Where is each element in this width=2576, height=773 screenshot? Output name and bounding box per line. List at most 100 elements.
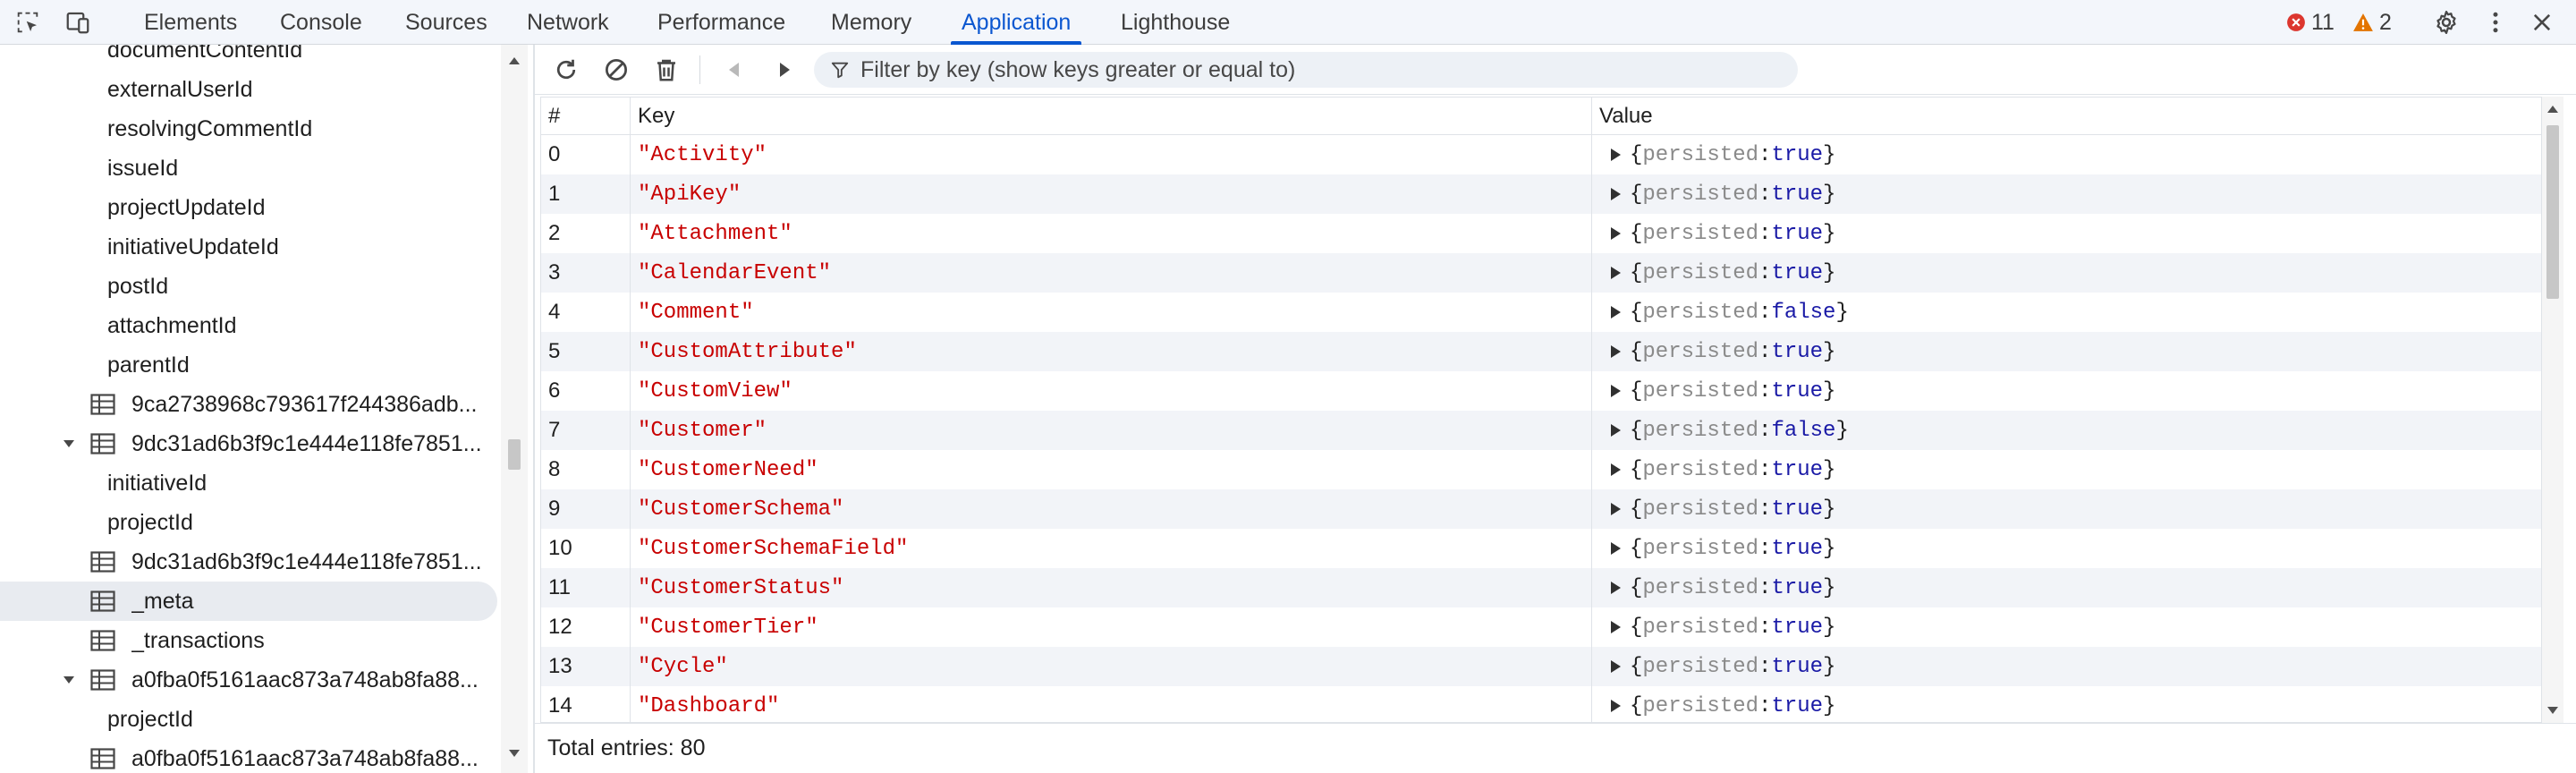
error-counter[interactable]: 11 [2286, 0, 2334, 45]
clear-object-store-button[interactable] [601, 55, 631, 85]
tab-lighthouse[interactable]: Lighthouse [1121, 0, 1230, 45]
table-row[interactable]: 3 "CalendarEvent"{persisted: true} [541, 253, 2541, 293]
brace-close: } [1823, 497, 1836, 522]
previous-page-button[interactable] [719, 55, 750, 85]
tree-item-index[interactable]: externalUserId [0, 70, 497, 109]
table-row[interactable]: 5 "CustomAttribute"{persisted: true} [541, 332, 2541, 371]
table-row[interactable]: 2 "Attachment"{persisted: true} [541, 214, 2541, 253]
scroll-down-arrow-icon[interactable] [507, 748, 521, 759]
tree-item-index[interactable]: documentContentId [0, 45, 497, 70]
tree-item-object-store[interactable]: _transactions [0, 621, 497, 660]
tab-network[interactable]: Network [527, 0, 609, 45]
table-row[interactable]: 10 "CustomerSchemaField"{persisted: true} [541, 529, 2541, 568]
grid-scrollbar[interactable] [2542, 97, 2563, 723]
table-row[interactable]: 8 "CustomerNeed"{persisted: true} [541, 450, 2541, 489]
tree-item-index[interactable]: parentId [0, 345, 497, 385]
inspect-element-icon[interactable] [13, 7, 43, 38]
table-row[interactable]: 0 "Activity"{persisted: true} [541, 135, 2541, 174]
table-row[interactable]: 9 "CustomerSchema"{persisted: true} [541, 489, 2541, 529]
expand-value-icon[interactable] [1606, 463, 1624, 477]
tree-item-object-store[interactable]: 9ca2738968c793617f244386adb... [0, 385, 497, 424]
expand-value-icon[interactable] [1606, 541, 1624, 556]
table-row[interactable]: 12 "CustomerTier"{persisted: true} [541, 607, 2541, 647]
scroll-up-arrow-icon[interactable] [507, 55, 521, 66]
warning-counter[interactable]: 2 [2352, 0, 2392, 45]
expand-value-icon[interactable] [1606, 187, 1624, 201]
expand-value-icon[interactable] [1606, 266, 1624, 280]
expand-value-icon[interactable] [1606, 699, 1624, 713]
table-row[interactable]: 7 "Customer"{persisted: false} [541, 411, 2541, 450]
tree-item-object-store[interactable]: 9dc31ad6b3f9c1e444e118fe7851... [0, 424, 497, 463]
expand-value-icon[interactable] [1606, 384, 1624, 398]
sidebar-scroll-thumb[interactable] [508, 439, 521, 470]
tab-console[interactable]: Console [280, 0, 362, 45]
key-filter-box[interactable] [814, 52, 1798, 88]
expand-value-icon[interactable] [1606, 305, 1624, 319]
colon-separator: : [1758, 300, 1772, 325]
column-header-value[interactable]: Value [1592, 98, 2541, 135]
next-page-button[interactable] [769, 55, 800, 85]
tree-item-object-store[interactable]: a0fba0f5161aac873a748ab8fa88... [0, 660, 497, 700]
key-cell: "ApiKey" [631, 174, 1592, 214]
tree-item-index[interactable]: resolvingCommentId [0, 109, 497, 149]
grid-scroll-down-icon[interactable] [2546, 705, 2560, 716]
expand-value-icon[interactable] [1606, 502, 1624, 516]
table-row[interactable]: 1 "ApiKey"{persisted: true} [541, 174, 2541, 214]
table-row[interactable]: 4 "Comment"{persisted: false} [541, 293, 2541, 332]
table-row[interactable]: 14 "Dashboard"{persisted: true} [541, 686, 2541, 722]
expand-value-icon[interactable] [1606, 148, 1624, 162]
expand-value-icon[interactable] [1606, 620, 1624, 634]
tree-item-index[interactable]: initiativeUpdateId [0, 227, 497, 267]
tab-elements[interactable]: Elements [144, 0, 237, 45]
table-row[interactable]: 11 "CustomerStatus"{persisted: true} [541, 568, 2541, 607]
colon-separator: : [1758, 142, 1772, 167]
refresh-button[interactable] [551, 55, 581, 85]
key-filter-input[interactable] [860, 56, 1755, 83]
key-cell: "CustomerStatus" [631, 568, 1592, 607]
tree-item-object-store[interactable]: a0fba0f5161aac873a748ab8fa88... [0, 739, 497, 773]
value-property-value: true [1771, 575, 1824, 600]
toolbar-divider [699, 55, 700, 84]
colon-separator: : [1758, 497, 1772, 522]
grid-scroll-up-icon[interactable] [2546, 104, 2560, 115]
colon-separator: : [1758, 575, 1772, 600]
settings-gear-icon[interactable] [2431, 7, 2462, 38]
table-row[interactable]: 6 "CustomView"{persisted: true} [541, 371, 2541, 411]
tree-item-index[interactable]: issueId [0, 149, 497, 188]
panel-splitter[interactable] [533, 45, 535, 773]
sidebar-scrollbar[interactable] [501, 45, 528, 773]
table-row[interactable]: 13 "Cycle"{persisted: true} [541, 647, 2541, 686]
tab-performance[interactable]: Performance [657, 0, 785, 45]
tree-expand-arrow-icon[interactable] [62, 660, 76, 700]
column-header-key[interactable]: Key [631, 98, 1592, 135]
tree-item-index[interactable]: attachmentId [0, 306, 497, 345]
tree-item-index[interactable]: projectId [0, 700, 497, 739]
tree-item-object-store[interactable]: 9dc31ad6b3f9c1e444e118fe7851... [0, 542, 497, 582]
trash-icon [657, 59, 675, 81]
brace-open: { [1630, 300, 1643, 325]
column-header-number[interactable]: # [541, 98, 631, 135]
brace-open: { [1630, 221, 1643, 246]
tab-sources[interactable]: Sources [405, 0, 487, 45]
brace-open: { [1630, 615, 1643, 640]
tree-item-index[interactable]: initiativeId [0, 463, 497, 503]
expand-value-icon[interactable] [1606, 659, 1624, 674]
more-options-icon[interactable] [2480, 7, 2511, 38]
grid-scroll-thumb[interactable] [2546, 125, 2559, 299]
tab-application[interactable]: Application [950, 0, 1082, 45]
close-devtools-icon[interactable] [2527, 7, 2557, 38]
tree-item-index[interactable]: projectId [0, 503, 497, 542]
value-property-value: true [1771, 536, 1824, 561]
tree-item-object-store[interactable]: _meta [0, 582, 497, 621]
expand-value-icon[interactable] [1606, 581, 1624, 595]
tab-memory[interactable]: Memory [831, 0, 911, 45]
tree-expand-arrow-icon[interactable] [62, 424, 76, 463]
tree-item-index[interactable]: projectUpdateId [0, 188, 497, 227]
expand-value-icon[interactable] [1606, 226, 1624, 241]
delete-selected-button[interactable] [651, 55, 682, 85]
device-toolbar-icon[interactable] [63, 7, 93, 38]
tree-item-index[interactable]: postId [0, 267, 497, 306]
expand-value-icon[interactable] [1606, 344, 1624, 359]
row-number-cell: 3 [541, 253, 631, 293]
expand-value-icon[interactable] [1606, 423, 1624, 437]
